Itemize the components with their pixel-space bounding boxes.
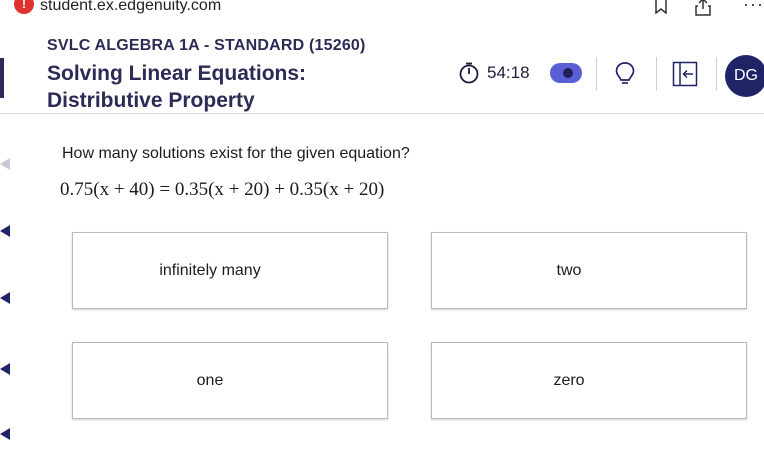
collapse-panel-icon[interactable] bbox=[672, 61, 698, 87]
answer-choice-label: zero bbox=[553, 371, 585, 389]
toggle-knob bbox=[563, 68, 573, 78]
arrow-left-icon[interactable] bbox=[0, 158, 10, 170]
answer-choice[interactable]: zero bbox=[431, 342, 747, 419]
divider bbox=[656, 57, 657, 91]
lesson-header: SVLC ALGEBRA 1A - STANDARD (15260) Solvi… bbox=[0, 18, 764, 114]
bookmark-icon[interactable] bbox=[653, 0, 669, 14]
answer-choice[interactable]: one bbox=[72, 342, 388, 419]
url-text[interactable]: student.ex.edgenuity.com bbox=[40, 0, 221, 15]
answer-choice[interactable]: two bbox=[431, 232, 747, 309]
timer-value: 54:18 bbox=[487, 63, 530, 82]
timer-toggle[interactable] bbox=[550, 63, 582, 83]
course-title: SVLC ALGEBRA 1A - STANDARD (15260) bbox=[47, 37, 366, 54]
divider bbox=[596, 57, 597, 91]
lesson-title-line2: Distributive Property bbox=[47, 89, 255, 112]
divider bbox=[716, 57, 717, 91]
lightbulb-icon[interactable] bbox=[614, 61, 636, 87]
timer-icon bbox=[459, 62, 479, 84]
arrow-left-icon[interactable] bbox=[0, 428, 10, 440]
left-accent bbox=[0, 58, 4, 98]
answer-choice-label: infinitely many bbox=[159, 261, 261, 279]
share-icon[interactable] bbox=[694, 0, 712, 16]
arrow-left-icon[interactable] bbox=[0, 225, 10, 237]
browser-bar: ! student.ex.edgenuity.com ··· bbox=[0, 0, 764, 18]
arrow-left-icon[interactable] bbox=[0, 363, 10, 375]
question-prompt: How many solutions exist for the given e… bbox=[62, 145, 410, 162]
lesson-title: Solving Linear Equations: Distributive P… bbox=[47, 60, 377, 114]
avatar[interactable]: DG bbox=[725, 55, 764, 97]
more-icon[interactable]: ··· bbox=[743, 0, 764, 15]
progress-rail bbox=[0, 120, 14, 467]
alert-icon[interactable]: ! bbox=[14, 0, 34, 14]
answer-choice[interactable]: infinitely many bbox=[72, 232, 388, 309]
lesson-title-line1: Solving Linear Equations: bbox=[47, 62, 307, 85]
answer-choice-label: one bbox=[196, 371, 224, 389]
arrow-left-icon[interactable] bbox=[0, 292, 10, 304]
answer-choice-label: two bbox=[556, 261, 582, 279]
equation: 0.75(x + 40) = 0.35(x + 20) + 0.35(x + 2… bbox=[60, 179, 385, 200]
